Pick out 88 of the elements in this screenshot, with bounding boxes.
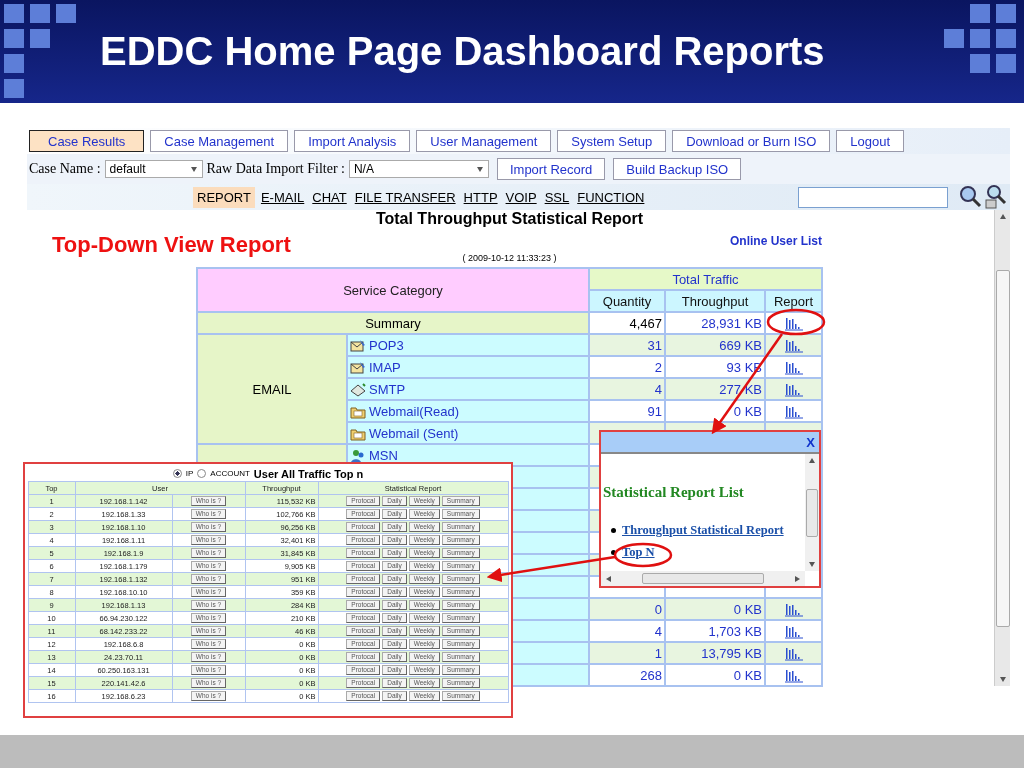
- scrollbar[interactable]: [994, 210, 1010, 686]
- action-button[interactable]: Build Backup ISO: [613, 158, 742, 180]
- column-header: Report: [774, 293, 813, 309]
- scroll-arrow-icon[interactable]: [605, 574, 613, 583]
- import-filter-dropdown[interactable]: N/A: [348, 160, 489, 178]
- quantity-value[interactable]: 4: [654, 623, 662, 639]
- scrollbar[interactable]: [805, 454, 819, 571]
- nav-button[interactable]: Case Results: [29, 130, 145, 152]
- service-link[interactable]: SMTP: [369, 382, 406, 398]
- quantity-value[interactable]: 2: [654, 359, 662, 375]
- close-button[interactable]: X: [806, 434, 815, 450]
- field-label: Case Name :: [29, 161, 101, 177]
- bar-chart-icon[interactable]: [783, 360, 804, 375]
- radio-label: IP: [185, 469, 194, 478]
- report-tab[interactable]: SSL: [542, 186, 572, 208]
- annotation-ellipse: [613, 542, 673, 568]
- report-tab[interactable]: CHAT: [310, 186, 349, 208]
- report-tab[interactable]: VOIP: [503, 186, 539, 208]
- column-header: Throughput: [681, 293, 749, 309]
- nav-button[interactable]: System Setup: [557, 130, 667, 152]
- nav-button[interactable]: Case Management: [150, 130, 289, 152]
- scroll-arrow-icon[interactable]: [808, 457, 816, 465]
- report-link[interactable]: Top N: [622, 544, 655, 560]
- throughput-value: 28,931 KB: [701, 315, 762, 331]
- column-header: Service Category: [343, 282, 443, 298]
- bar-chart-icon[interactable]: [783, 316, 804, 331]
- nav-button[interactable]: Logout: [836, 130, 905, 152]
- scroll-arrow-icon[interactable]: [998, 675, 1007, 683]
- summary-label: Summary: [365, 315, 421, 331]
- popup-heading: Statistical Report List: [603, 484, 745, 501]
- annotation-ellipse: [766, 308, 826, 336]
- bullet-icon: [611, 527, 616, 533]
- throughput-value: 1,703 KB: [708, 623, 762, 639]
- column-header: Quantity: [602, 293, 652, 309]
- radio-label: ACCOUNT: [210, 469, 250, 478]
- report-link[interactable]: Throughput Statistical Report: [622, 522, 784, 538]
- folder-icon: [350, 426, 366, 441]
- folder-icon: [350, 404, 366, 419]
- bar-chart-icon[interactable]: [783, 404, 804, 419]
- quantity-value[interactable]: 4: [654, 381, 662, 397]
- throughput-value: 669 KB: [719, 337, 762, 353]
- field-label: Raw Data Import Filter :: [206, 161, 345, 177]
- report-tab[interactable]: FUNCTION: [575, 186, 647, 208]
- service-link[interactable]: IMAP: [369, 360, 401, 376]
- radio-button[interactable]: [172, 469, 182, 478]
- annotation-text: Top-Down View Report: [52, 232, 291, 258]
- category-label: EMAIL: [252, 381, 292, 397]
- report-tab[interactable]: E-MAIL: [258, 186, 307, 208]
- panel-title: User All Traffic Top n: [253, 467, 364, 480]
- report-tab[interactable]: REPORT: [193, 186, 255, 208]
- throughput-value: 0 KB: [733, 667, 762, 683]
- action-button[interactable]: Import Record: [496, 158, 606, 180]
- bar-chart-icon[interactable]: [783, 382, 804, 397]
- service-link[interactable]: MSN: [369, 448, 398, 464]
- bar-chart-icon[interactable]: [783, 624, 804, 639]
- throughput-value: 0 KB: [733, 403, 762, 419]
- scroll-arrow-icon[interactable]: [998, 213, 1007, 221]
- search-field[interactable]: [798, 186, 948, 208]
- scroll-arrow-icon[interactable]: [189, 165, 198, 173]
- nav-button[interactable]: User Management: [416, 130, 552, 152]
- scroll-arrow-icon[interactable]: [475, 165, 484, 173]
- quantity-value: 4,467: [629, 315, 662, 331]
- timestamp: ( 2009-10-12 11:33:23 ): [462, 253, 557, 263]
- bullet-icon: [611, 549, 616, 555]
- bar-chart-icon[interactable]: [783, 338, 804, 353]
- report-tab[interactable]: HTTP: [461, 186, 500, 208]
- quantity-value[interactable]: 31: [647, 337, 662, 353]
- throughput-value: 13,795 KB: [701, 645, 762, 661]
- column-header: Total Traffic: [672, 271, 739, 287]
- bar-chart-icon[interactable]: [783, 646, 804, 661]
- service-link[interactable]: POP3: [369, 338, 404, 354]
- bar-chart-icon[interactable]: [783, 602, 804, 617]
- throughput-value: 0 KB: [733, 601, 762, 617]
- slide-title: EDDC Home Page Dashboard Reports: [100, 29, 826, 74]
- quantity-value[interactable]: 1: [654, 645, 662, 661]
- quantity-value[interactable]: 0: [654, 601, 662, 617]
- report-title: Total Throughput Statistical Report: [375, 210, 644, 228]
- person-icon: [350, 448, 366, 463]
- nav-button[interactable]: Download or Burn ISO: [672, 130, 831, 152]
- bar-chart-icon[interactable]: [783, 668, 804, 683]
- throughput-value: 277 KB: [719, 381, 762, 397]
- quantity-value[interactable]: 91: [647, 403, 662, 419]
- case-name-dropdown[interactable]: default: [104, 160, 203, 178]
- nav-button[interactable]: Import Analysis: [294, 130, 411, 152]
- report-tab[interactable]: FILE TRANSFER: [352, 186, 458, 208]
- scrollbar[interactable]: [601, 571, 805, 586]
- radio-button[interactable]: [197, 469, 207, 478]
- online-user-link[interactable]: Online User List: [729, 234, 822, 248]
